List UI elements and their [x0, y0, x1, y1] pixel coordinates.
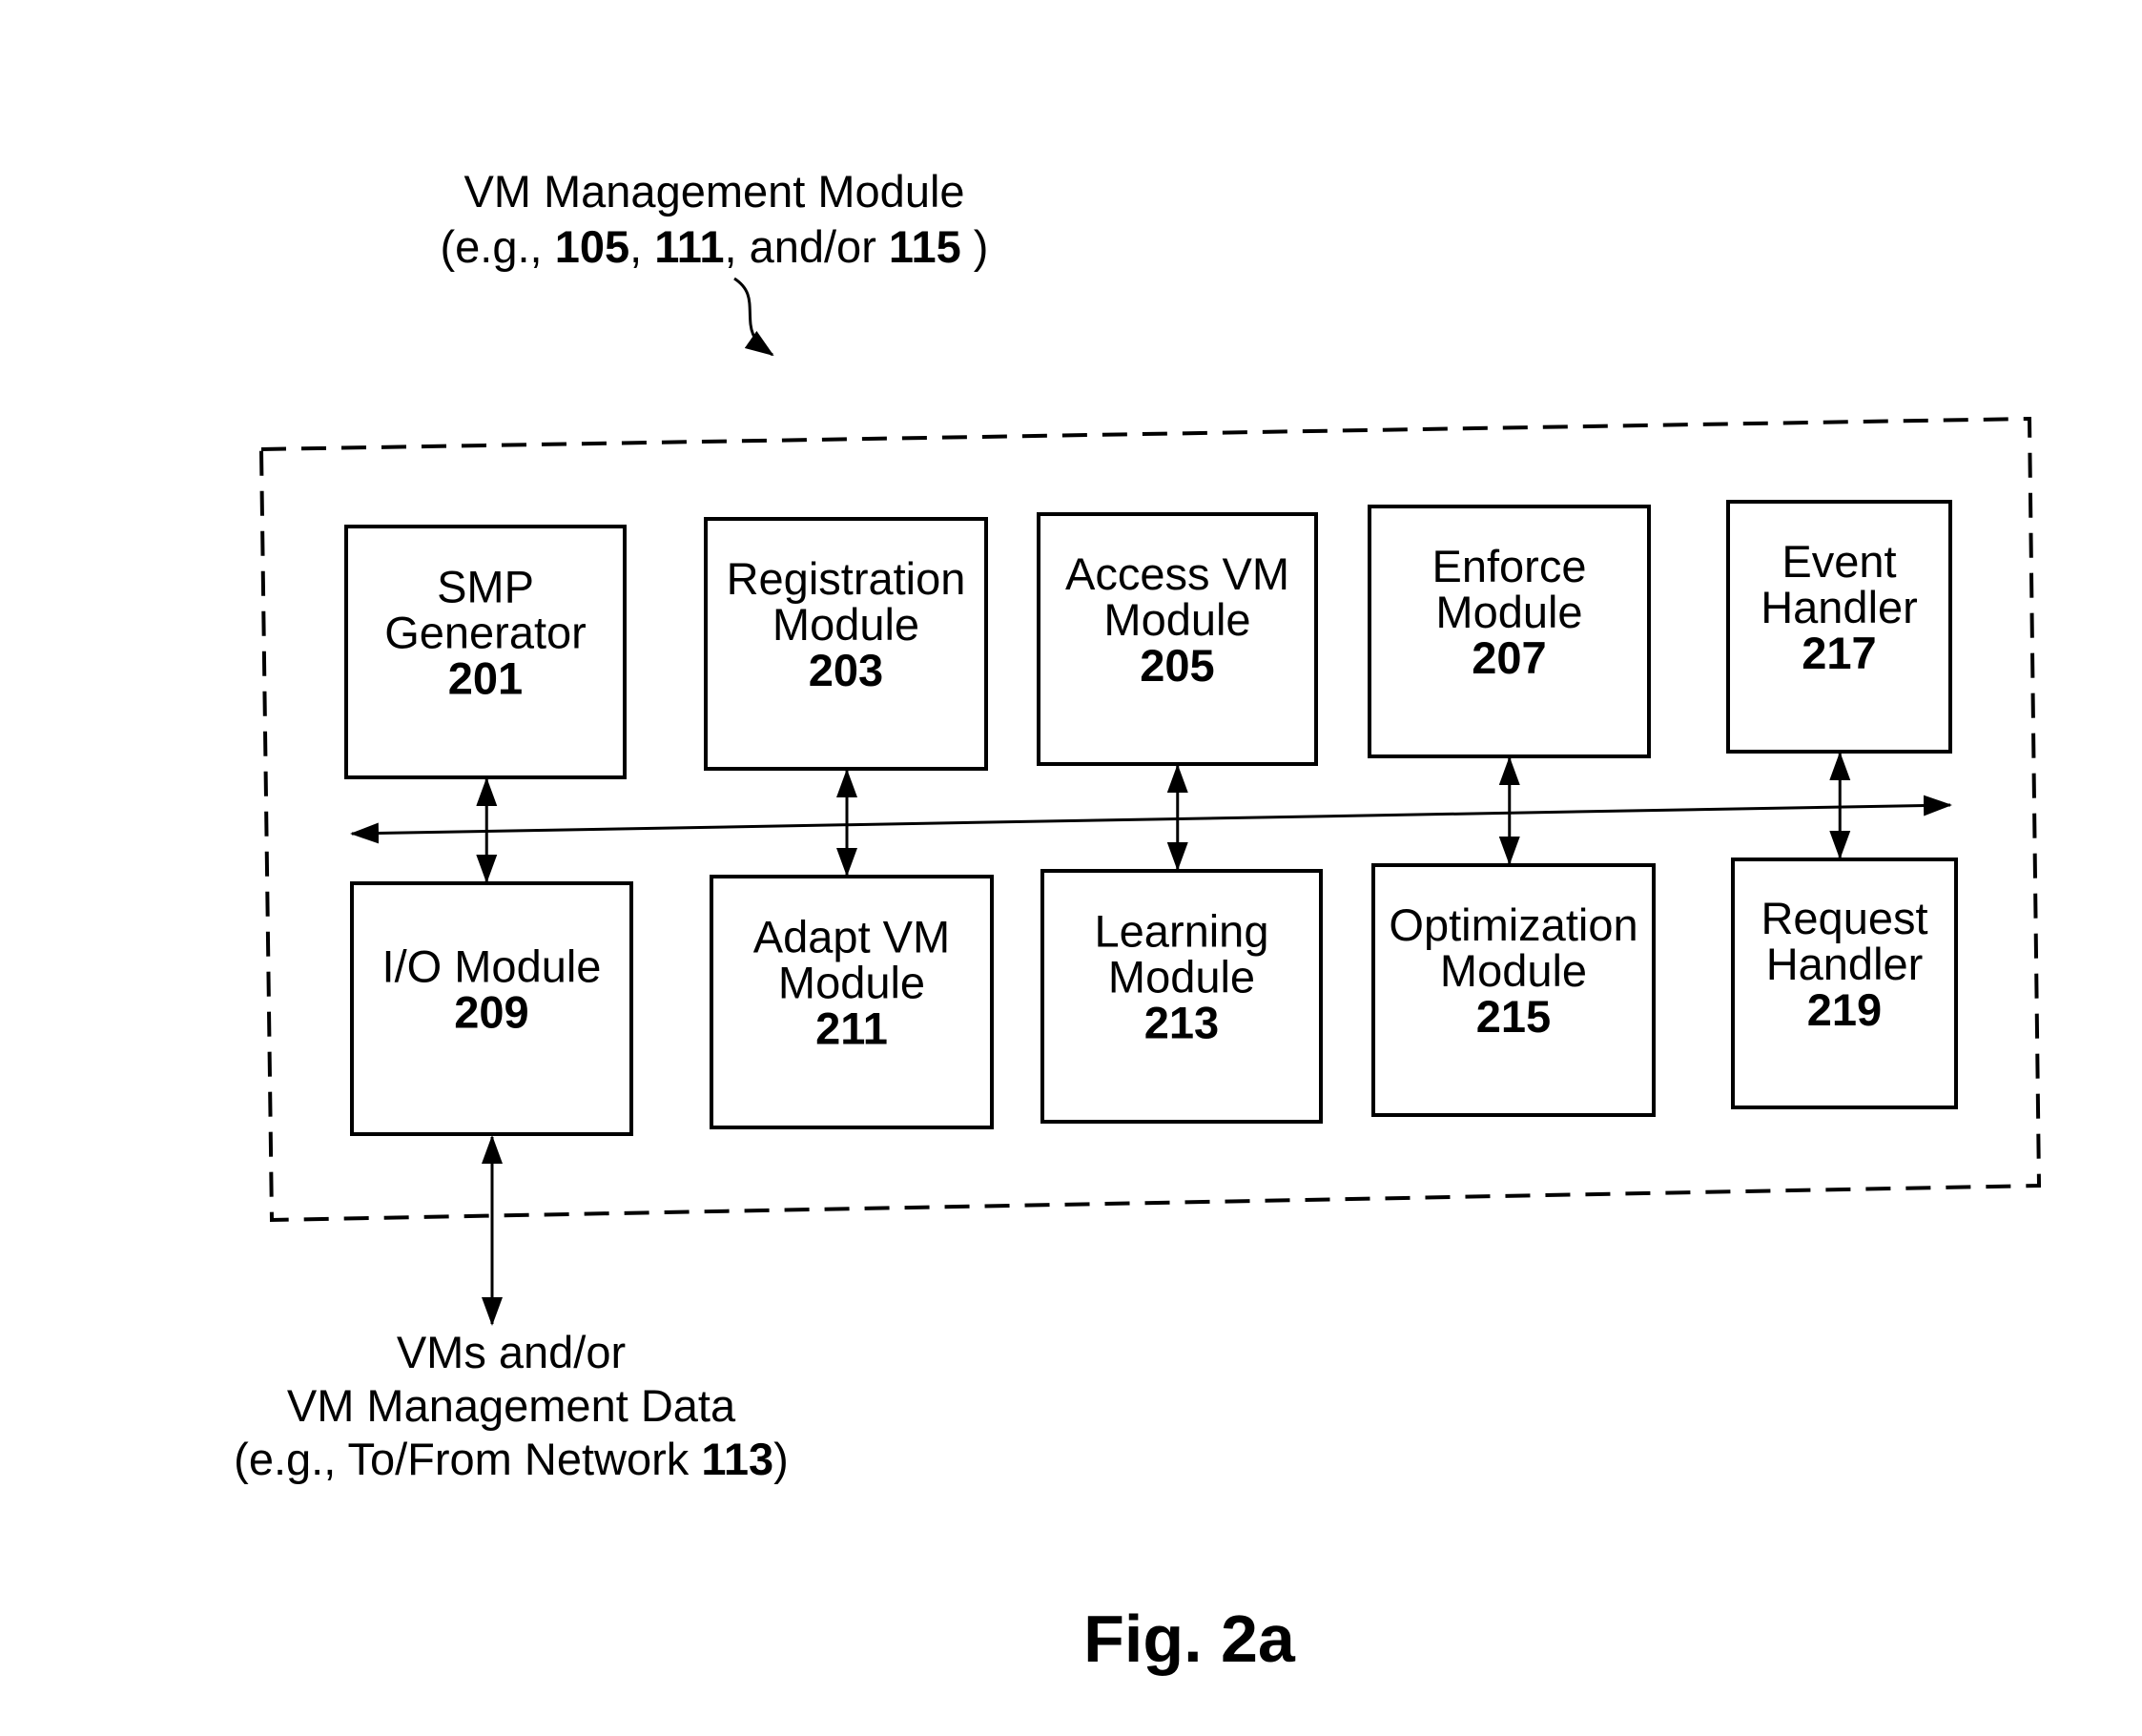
module-label: Handler [1766, 939, 1924, 989]
module-ref-number: 203 [809, 645, 883, 695]
module-label: Learning [1095, 906, 1269, 957]
external-ref-113: 113 [701, 1434, 773, 1484]
figure-label: Fig. 2a [1083, 1602, 1296, 1676]
module-box-learning-module-213: LearningModule213 [1040, 869, 1323, 1124]
module-box-request-handler-219: RequestHandler219 [1731, 858, 1958, 1109]
diagram-canvas: VM Management Module (e.g., 105, 111, an… [234, 166, 2042, 1676]
title-suffix: ) [961, 221, 989, 272]
module-box-optimization-module-215: OptimizationModule215 [1371, 863, 1656, 1117]
module-label: Event [1782, 536, 1896, 587]
title-ref-111: 111 [654, 221, 724, 272]
title-ref-105: 105 [555, 221, 629, 272]
module-label: I/O Module [382, 941, 602, 992]
external-suffix: ) [773, 1434, 789, 1484]
module-label: Adapt VM [753, 912, 950, 962]
module-label: Module [772, 599, 919, 650]
module-ref-number: 209 [454, 987, 528, 1038]
module-box-registration-module-203: RegistrationModule203 [704, 517, 988, 771]
module-label: Handler [1761, 582, 1918, 632]
module-ref-number: 211 [815, 1003, 888, 1054]
module-label: Module [1440, 945, 1587, 996]
top-module-row: SMPGenerator201RegistrationModule203Acce… [344, 500, 1952, 779]
module-title: VM Management Module [463, 166, 964, 217]
external-label-line1: VMs and/or [397, 1327, 626, 1377]
title-sep-1: , [629, 221, 654, 272]
external-label-line2: VM Management Data [287, 1380, 736, 1431]
module-label: Registration [727, 553, 966, 604]
module-label: Generator [384, 608, 587, 658]
title-ref-115: 115 [889, 221, 961, 272]
bottom-module-row: I/O Module209Adapt VMModule211LearningMo… [350, 858, 1958, 1136]
module-label: Module [778, 958, 925, 1008]
module-label: Enforce [1432, 541, 1587, 591]
module-box-enforce-module-207: EnforceModule207 [1368, 505, 1651, 758]
module-label: Request [1761, 893, 1927, 943]
module-title-refs: (e.g., 105, 111, and/or 115 ) [441, 221, 989, 272]
module-label: Access VM [1065, 548, 1289, 599]
title-prefix: (e.g., [441, 221, 555, 272]
module-box-i-o-module-209: I/O Module209 [350, 881, 633, 1136]
module-box-smp-generator-201: SMPGenerator201 [344, 525, 627, 779]
pointer-arrow [733, 277, 774, 357]
module-ref-number: 215 [1476, 991, 1551, 1042]
module-label: Optimization [1389, 899, 1637, 950]
module-ref-number: 207 [1472, 632, 1546, 683]
module-label: Module [1108, 952, 1255, 1002]
module-ref-number: 217 [1802, 628, 1876, 678]
module-label: Module [1435, 587, 1582, 637]
bus-line [350, 795, 1952, 844]
module-label: Module [1103, 594, 1250, 645]
module-ref-number: 213 [1144, 998, 1219, 1048]
external-label-line3: (e.g., To/From Network 113) [234, 1434, 789, 1484]
module-ref-number: 205 [1140, 640, 1214, 691]
module-ref-number: 201 [448, 653, 523, 704]
module-label: SMP [437, 562, 534, 612]
title-sep-2: , and/or [724, 221, 888, 272]
module-ref-number: 219 [1807, 984, 1882, 1035]
module-box-event-handler-217: EventHandler217 [1726, 500, 1952, 754]
module-box-access-vm-module-205: Access VMModule205 [1037, 512, 1318, 766]
bus-connectors [476, 752, 1851, 883]
external-prefix: (e.g., To/From Network [234, 1434, 701, 1484]
module-box-adapt-vm-module-211: Adapt VMModule211 [710, 875, 994, 1129]
